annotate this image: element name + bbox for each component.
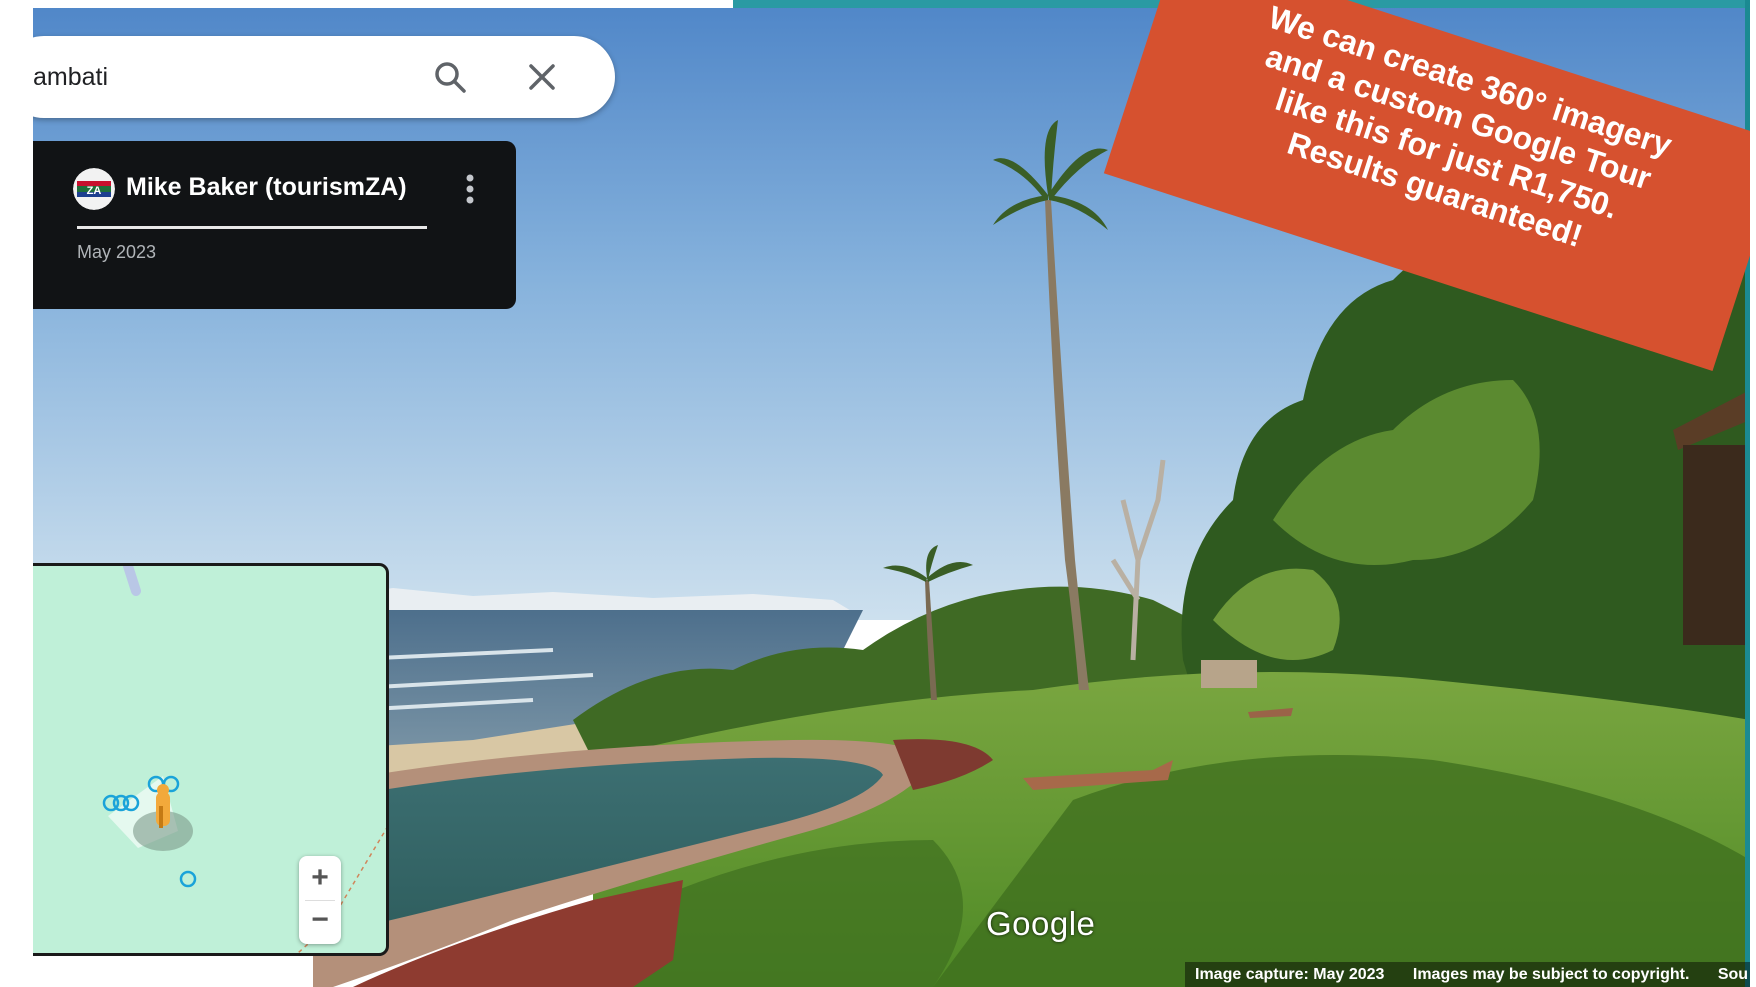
google-logo: Google xyxy=(986,905,1096,942)
zoom-controls: + − xyxy=(299,856,341,944)
source-link[interactable]: Sou xyxy=(1718,966,1748,983)
card-divider xyxy=(77,226,427,229)
zoom-in-button[interactable]: + xyxy=(299,856,341,900)
zoom-out-button[interactable]: − xyxy=(299,900,341,944)
close-icon[interactable] xyxy=(523,58,561,96)
image-capture-date: Image capture: May 2023 xyxy=(1195,966,1385,983)
attribution-footer: Image capture: May 2023 Images may be su… xyxy=(1185,962,1750,987)
building-wall xyxy=(1683,445,1750,645)
capture-date: May 2023 xyxy=(77,242,157,262)
search-input[interactable]: ambati xyxy=(33,36,108,118)
more-vert-icon[interactable] xyxy=(463,171,477,207)
copyright-notice[interactable]: Images may be subject to copyright. xyxy=(1413,966,1690,983)
minimap-road xyxy=(123,566,141,596)
search-icon[interactable] xyxy=(431,58,469,96)
braai-stand xyxy=(1201,660,1257,688)
contributor-name[interactable]: Mike Baker (tourismZA) xyxy=(126,173,407,202)
pegman-icon xyxy=(156,784,170,828)
contributor-avatar[interactable]: ZA xyxy=(73,168,115,210)
top-accent-bar-white xyxy=(33,0,733,8)
minimap[interactable]: + − xyxy=(33,563,389,956)
svg-text:ZA: ZA xyxy=(87,185,102,197)
street-view-frame[interactable]: ambati ZA Mike Baker (tourismZA) May 202… xyxy=(33,0,1750,987)
search-box[interactable]: ambati xyxy=(33,36,615,118)
contributor-card: ZA Mike Baker (tourismZA) May 2023 xyxy=(33,141,516,309)
